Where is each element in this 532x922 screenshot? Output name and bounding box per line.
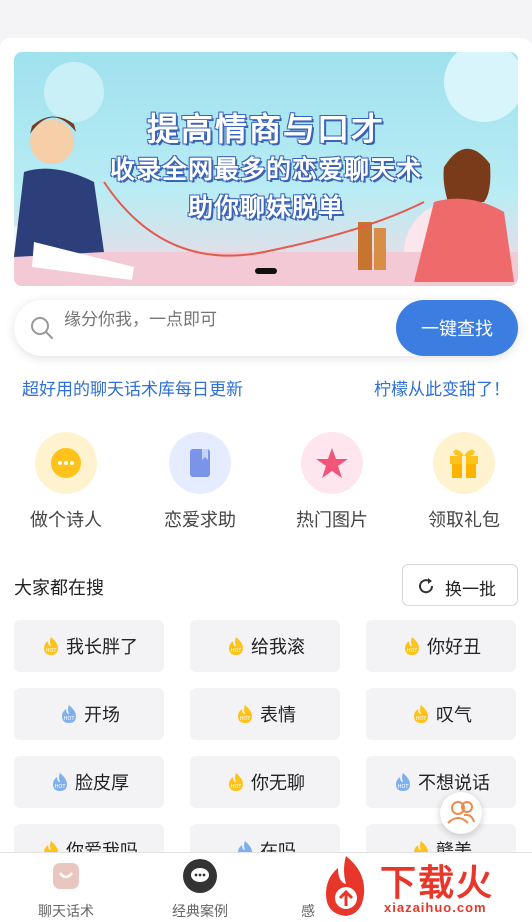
hot-flame-icon: HOT — [410, 704, 432, 724]
trending-title: 大家都在搜 — [14, 578, 104, 598]
main-card: 提高情商与口才 收录全网最多的恋爱聊天术 助你聊妹脱单 一键查找 超好用的聊天话… — [0, 38, 532, 852]
hot-flame-icon: HOT — [58, 704, 80, 724]
banner-subtitle: 收录全网最多的恋爱聊天术 — [109, 156, 422, 184]
nav-label: 经典案例 — [172, 903, 228, 919]
star-icon — [316, 448, 348, 478]
svg-text:HOT: HOT — [55, 784, 67, 790]
search-tag-label: 叹气 — [436, 705, 472, 725]
hot-flame-icon: HOT — [392, 772, 414, 792]
chat-bubble-icon — [51, 448, 81, 478]
quick-action-poet[interactable]: 做个诗人 — [16, 432, 116, 532]
banner-carousel[interactable]: 提高情商与口才 收录全网最多的恋爱聊天术 助你聊妹脱单 — [14, 52, 518, 286]
hot-flame-icon: HOT — [225, 636, 247, 656]
search-tag-label: 在吗 — [260, 841, 296, 852]
search-tag[interactable]: HOT 脸皮厚 — [14, 756, 164, 808]
hot-flame-icon: HOT — [234, 704, 256, 724]
svg-text:HOT: HOT — [240, 716, 252, 722]
search-tag[interactable]: HOT 你无聊 — [190, 756, 340, 808]
quick-action-label: 做个诗人 — [30, 510, 102, 530]
nav-item-classic-cases[interactable]: 经典案例 — [150, 859, 250, 921]
search-tag[interactable]: HOT 叹气 — [366, 688, 516, 740]
search-tag-label: 我长胖了 — [66, 637, 138, 657]
quick-action-label: 领取礼包 — [428, 510, 500, 530]
refresh-icon — [419, 578, 434, 594]
quick-action-love-help[interactable]: 恋爱求助 — [150, 432, 250, 532]
book-icon — [190, 449, 210, 477]
hot-flame-icon: HOT — [234, 840, 256, 852]
users-icon — [447, 801, 475, 824]
quick-action-gift[interactable]: 领取礼包 — [414, 432, 514, 532]
svg-text:HOT: HOT — [231, 784, 243, 790]
bag-icon — [49, 859, 83, 893]
carousel-indicator[interactable] — [255, 268, 277, 274]
svg-text:HOT: HOT — [231, 648, 243, 654]
search-tag-label: 赣美 — [436, 841, 472, 852]
search-tag-label: 你好丑 — [427, 637, 481, 657]
gift-icon — [450, 449, 478, 478]
search-tag-label: 给我滚 — [251, 637, 305, 657]
search-tag-label: 你无聊 — [251, 773, 305, 793]
svg-text:HOT: HOT — [416, 716, 428, 722]
search-tag-label: 你爱我吗 — [66, 841, 138, 852]
search-tag[interactable]: HOT 你爱我吗 — [14, 824, 164, 852]
svg-text:HOT: HOT — [64, 716, 76, 722]
quick-action-hot-images[interactable]: 热门图片 — [282, 432, 382, 532]
svg-text:HOT: HOT — [46, 648, 58, 654]
watermark-text: 下载火 — [380, 862, 495, 903]
search-tag-label: 脸皮厚 — [75, 773, 129, 793]
search-button[interactable]: 一键查找 — [396, 300, 518, 356]
hot-flame-icon: HOT — [40, 840, 62, 852]
quick-action-label: 热门图片 — [296, 510, 368, 530]
refresh-button[interactable]: 换一批 — [402, 564, 518, 606]
banner-tagline: 助你聊妹脱单 — [187, 194, 344, 222]
promo-link-right[interactable]: 柠檬从此变甜了！ — [374, 375, 510, 400]
watermark-sub: xiazaihuo.com — [384, 900, 487, 915]
search-tag-label: 表情 — [260, 705, 296, 725]
search-icon — [31, 317, 53, 339]
banner-title: 提高情商与口才 — [146, 111, 385, 147]
nav-label: 聊天话术 — [38, 903, 94, 919]
search-tag[interactable]: HOT 在吗 — [190, 824, 340, 852]
search-bar: 一键查找 — [14, 300, 518, 356]
hot-flame-icon: HOT — [410, 840, 432, 852]
svg-text:HOT: HOT — [398, 784, 410, 790]
search-tag[interactable]: HOT 你好丑 — [366, 620, 516, 672]
nav-item-chat-scripts[interactable]: 聊天话术 — [16, 859, 116, 921]
search-tag[interactable]: HOT 开场 — [14, 688, 164, 740]
flame-logo-icon — [326, 856, 365, 916]
search-tag[interactable]: HOT 我长胖了 — [14, 620, 164, 672]
search-input[interactable] — [64, 306, 384, 334]
refresh-label: 换一批 — [445, 580, 496, 599]
hot-flame-icon: HOT — [225, 772, 247, 792]
quick-action-label: 恋爱求助 — [164, 510, 236, 530]
svg-text:HOT: HOT — [407, 648, 419, 654]
hot-flame-icon: HOT — [401, 636, 423, 656]
search-tag-label: 开场 — [84, 705, 120, 725]
hot-flame-icon: HOT — [40, 636, 62, 656]
search-tag[interactable]: HOT 给我滚 — [190, 620, 340, 672]
contact-float-button[interactable] — [440, 792, 482, 834]
search-tag[interactable]: HOT 表情 — [190, 688, 340, 740]
message-icon — [183, 859, 217, 893]
status-area — [0, 0, 532, 38]
hot-flame-icon: HOT — [49, 772, 71, 792]
promo-link-left[interactable]: 超好用的聊天话术库每日更新 — [22, 375, 243, 400]
watermark: 下载火 xiazaihuo.com — [314, 852, 532, 922]
